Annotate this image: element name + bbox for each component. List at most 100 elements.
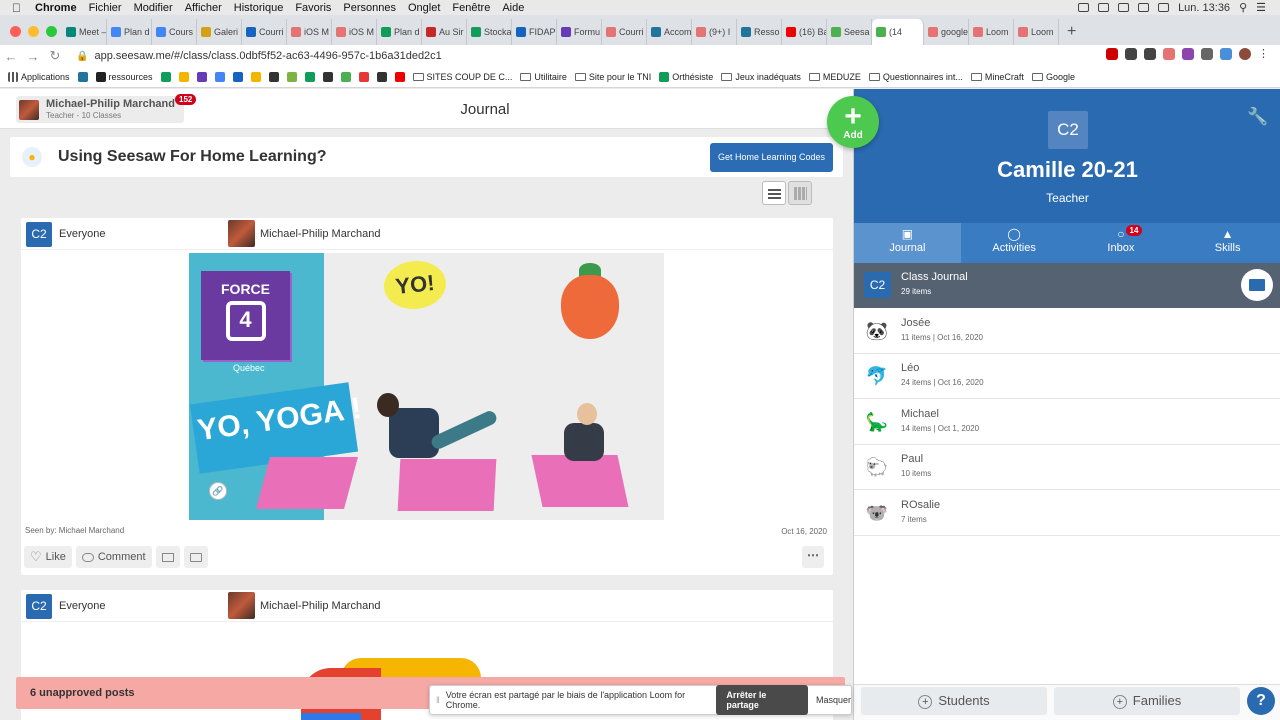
- browser-tab[interactable]: iOS M: [332, 19, 377, 45]
- skills-button[interactable]: [155, 546, 180, 568]
- bookmark-item[interactable]: Google: [1031, 72, 1075, 82]
- bookmark-item[interactable]: [214, 72, 225, 82]
- tab-journal[interactable]: ▣ Journal: [854, 223, 961, 263]
- bookmark-item[interactable]: Site pour le TNI: [574, 72, 651, 82]
- comment-button[interactable]: Comment: [75, 546, 152, 568]
- extension-icon[interactable]: [1163, 48, 1175, 60]
- drag-handle-icon[interactable]: ‖: [436, 695, 440, 705]
- bookmark-item[interactable]: [286, 72, 297, 82]
- browser-tab[interactable]: (9+) I: [692, 19, 737, 45]
- browser-tab[interactable]: iOS M: [287, 19, 332, 45]
- puzzle-icon[interactable]: [1201, 48, 1213, 60]
- bookmark-item[interactable]: [232, 72, 243, 82]
- browser-tab[interactable]: Formu: [557, 19, 602, 45]
- menu-historique[interactable]: Historique: [234, 2, 284, 14]
- bookmark-item[interactable]: [250, 72, 261, 82]
- student-row[interactable]: 🐬 Léo 24 items | Oct 16, 2020: [854, 354, 1280, 399]
- browser-tab[interactable]: Accom: [647, 19, 692, 45]
- browser-tab[interactable]: Seesa: [827, 19, 872, 45]
- menu-chrome[interactable]: Chrome: [35, 2, 77, 14]
- student-row[interactable]: 🐑 Paul 10 items: [854, 445, 1280, 490]
- browser-tab[interactable]: Au Sir: [422, 19, 467, 45]
- clock[interactable]: Lun. 13:36: [1178, 2, 1230, 14]
- address-bar[interactable]: 🔒 app.seesaw.me/#/class/class.0dbf5f52-a…: [70, 47, 1070, 65]
- bookmark-item[interactable]: ressources: [95, 72, 153, 82]
- browser-tab[interactable]: Plan d: [107, 19, 152, 45]
- forward-arrow-icon[interactable]: →: [22, 49, 44, 64]
- menu-list-icon[interactable]: ☰: [1256, 1, 1266, 14]
- browser-tab[interactable]: Stocka: [467, 19, 512, 45]
- browser-tab[interactable]: Meet –: [62, 19, 107, 45]
- close-window-button[interactable]: [10, 26, 21, 37]
- add-students-button[interactable]: + Students: [861, 687, 1047, 715]
- browser-tab[interactable]: FIDAP: [512, 19, 557, 45]
- hide-button[interactable]: Masquer: [816, 695, 851, 705]
- folder-button[interactable]: [183, 546, 208, 568]
- stop-sharing-button[interactable]: Arrêter le partage: [716, 685, 808, 715]
- add-button[interactable]: + Add: [827, 96, 879, 148]
- bookmark-item[interactable]: MEDUZE: [808, 72, 861, 82]
- extension-icon[interactable]: [1125, 48, 1137, 60]
- journal-feed[interactable]: C2 Everyone Michael-Philip Marchand FORC…: [0, 209, 853, 720]
- bookmark-item[interactable]: Questionnaires int...: [868, 72, 963, 82]
- chrome-menu-icon[interactable]: ⋮: [1258, 48, 1270, 60]
- menu-modifier[interactable]: Modifier: [134, 2, 173, 14]
- add-families-button[interactable]: + Families: [1054, 687, 1240, 715]
- bookmark-item[interactable]: Applications: [8, 72, 70, 82]
- browser-tab[interactable]: Loom: [969, 19, 1014, 45]
- bookmark-item[interactable]: [77, 72, 88, 82]
- bookmark-item[interactable]: MineCraft: [970, 72, 1024, 82]
- folder-button[interactable]: [1241, 269, 1273, 301]
- list-view-button[interactable]: [762, 181, 786, 205]
- student-row[interactable]: 🐨 ROsalie 7 items: [854, 491, 1280, 536]
- tab-activities[interactable]: ◯ Activities: [961, 223, 1068, 263]
- browser-tab[interactable]: Galeri: [197, 19, 242, 45]
- student-row[interactable]: 🐼 Josée 11 items | Oct 16, 2020: [854, 309, 1280, 354]
- bookmark-item[interactable]: [322, 72, 333, 82]
- bookmark-item[interactable]: [376, 72, 387, 82]
- like-button[interactable]: ♡ Like: [24, 546, 72, 568]
- tab-inbox[interactable]: ○ 14 Inbox: [1068, 223, 1175, 263]
- browser-tab[interactable]: Courri: [602, 19, 647, 45]
- help-button[interactable]: ?: [1247, 687, 1275, 715]
- menu-favoris[interactable]: Favoris: [295, 2, 331, 14]
- menu-fenetre[interactable]: Fenêtre: [452, 2, 490, 14]
- bookmark-item[interactable]: [268, 72, 279, 82]
- zoom-window-button[interactable]: [46, 26, 57, 37]
- battery-icon[interactable]: [1158, 3, 1170, 12]
- browser-tab[interactable]: google: [924, 19, 969, 45]
- bookmark-item[interactable]: Orthésiste: [659, 72, 713, 82]
- extension-icon[interactable]: [1106, 48, 1118, 60]
- more-options-button[interactable]: ⋯: [802, 546, 824, 568]
- link-icon[interactable]: 🔗: [209, 482, 227, 500]
- class-journal-row[interactable]: C2 Class Journal 29 items: [854, 263, 1280, 308]
- extension-icon[interactable]: [1144, 48, 1156, 60]
- bookmark-item[interactable]: SITES COUP DE C...: [412, 72, 512, 82]
- new-tab-button[interactable]: +: [1067, 19, 1076, 45]
- wrench-icon[interactable]: 🔧: [1247, 107, 1268, 127]
- student-row[interactable]: 🦕 Michael 14 items | Oct 1, 2020: [854, 400, 1280, 445]
- extension-icon[interactable]: [1220, 48, 1232, 60]
- bookmark-item[interactable]: Jeux inadéquats: [721, 72, 801, 82]
- browser-tab[interactable]: (14: [872, 19, 924, 45]
- bookmark-item[interactable]: [304, 72, 315, 82]
- bookmark-item[interactable]: [394, 72, 405, 82]
- browser-tab[interactable]: Cours: [152, 19, 197, 45]
- status-icon[interactable]: [1098, 3, 1110, 12]
- extension-icon[interactable]: [1182, 48, 1194, 60]
- menu-fichier[interactable]: Fichier: [89, 2, 122, 14]
- apple-icon[interactable]: : [12, 1, 21, 15]
- menu-aide[interactable]: Aide: [502, 2, 524, 14]
- search-icon[interactable]: ⚲: [1239, 1, 1247, 14]
- bookmark-item[interactable]: [358, 72, 369, 82]
- bookmark-item[interactable]: [178, 72, 189, 82]
- browser-tab[interactable]: Courri: [242, 19, 287, 45]
- tab-skills[interactable]: ▲ Skills: [1174, 223, 1280, 263]
- post-image[interactable]: FORCE 4 Québec YO, YOGA ! YO! 🔗: [189, 253, 664, 520]
- bookmark-item[interactable]: [160, 72, 171, 82]
- browser-tab[interactable]: Loom: [1014, 19, 1059, 45]
- browser-tab[interactable]: Resso: [737, 19, 782, 45]
- status-icon[interactable]: [1118, 3, 1130, 12]
- grid-view-button[interactable]: [788, 181, 812, 205]
- bookmark-item[interactable]: [196, 72, 207, 82]
